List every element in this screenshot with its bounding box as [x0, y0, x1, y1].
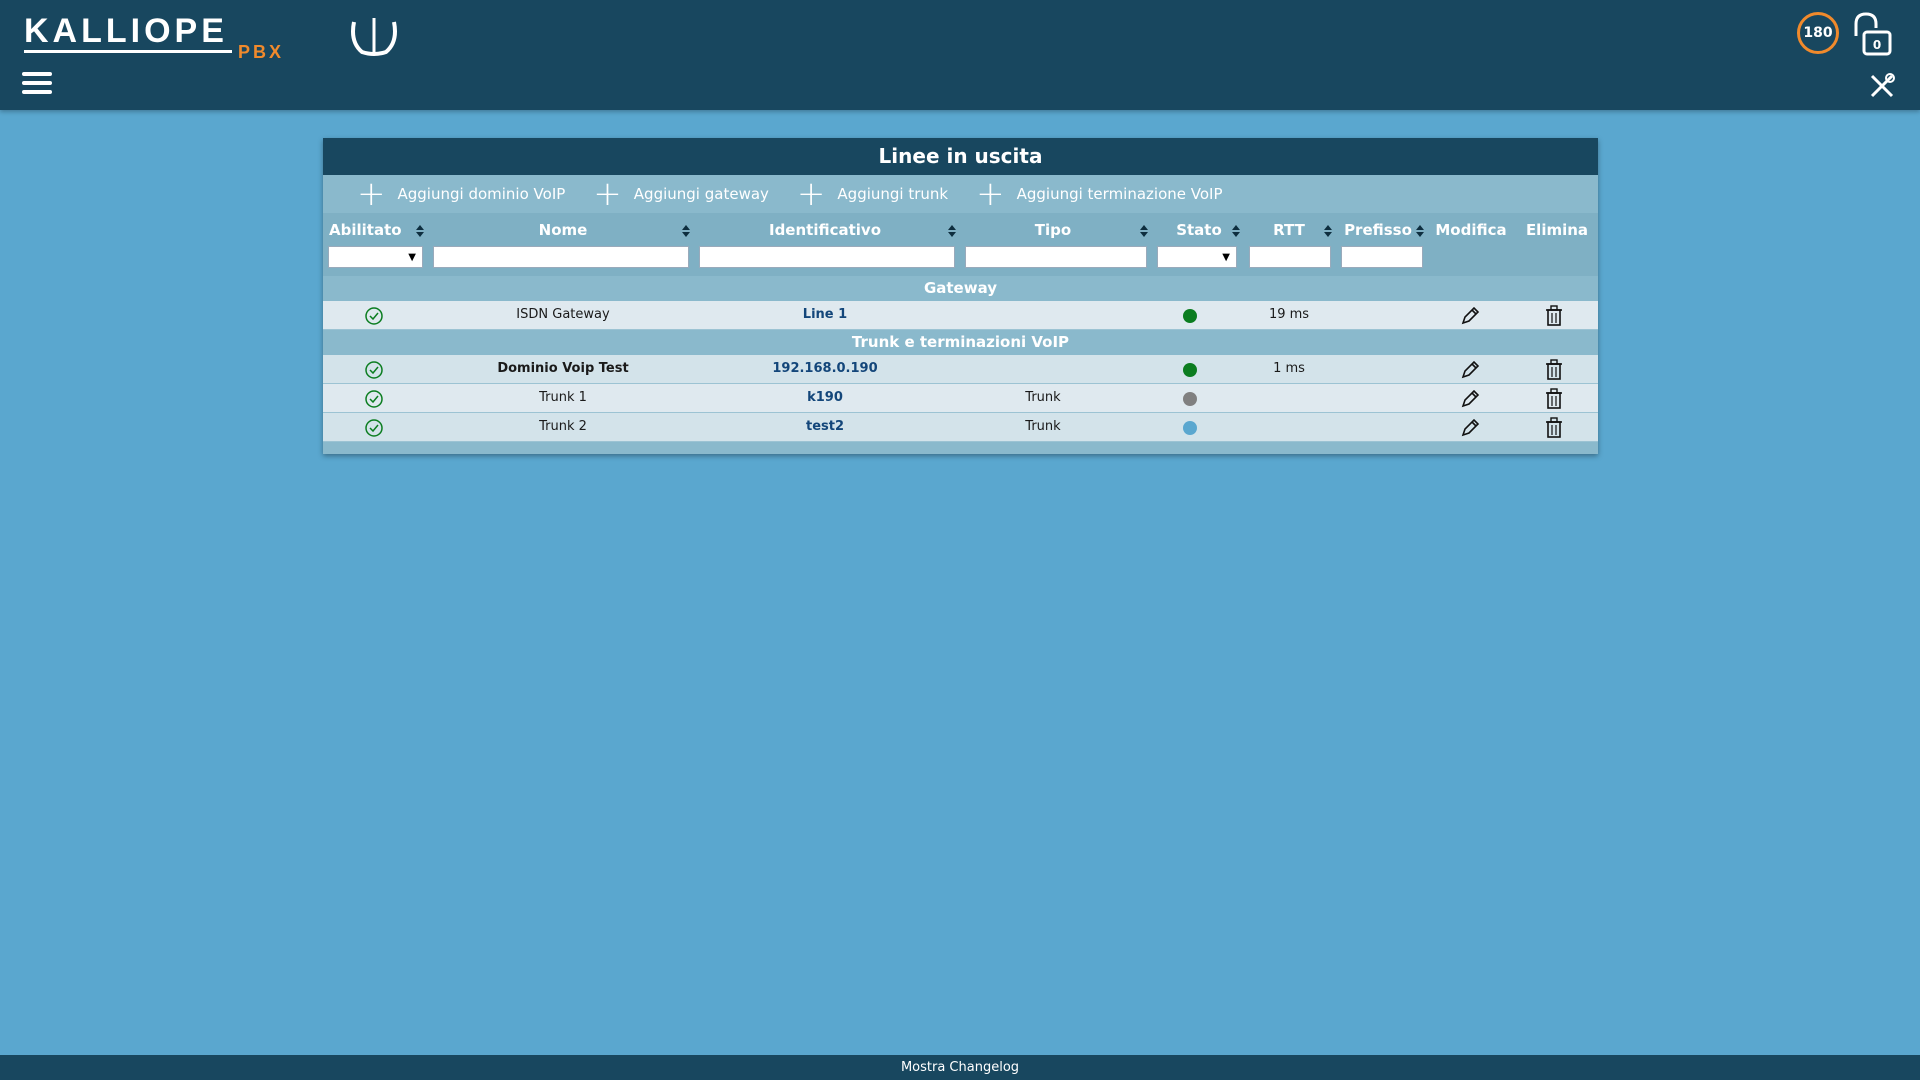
filter-nome-input[interactable] — [433, 246, 689, 268]
add-trunk-label: Aggiungi trunk — [837, 185, 949, 203]
edit-icon[interactable] — [1459, 388, 1481, 410]
column-header-identificativo[interactable]: Identificativo — [695, 221, 955, 239]
show-changelog-link[interactable]: Mostra Changelog — [0, 1055, 1920, 1080]
sort-icon[interactable] — [416, 225, 424, 239]
svg-text:KALLIOPE: KALLIOPE — [24, 12, 228, 50]
action-bar: + Aggiungi dominio VoIP + Aggiungi gatew… — [323, 175, 1598, 213]
column-header-abilitato[interactable]: Abilitato — [329, 221, 402, 239]
add-gateway-button[interactable]: + Aggiungi gateway — [593, 174, 769, 214]
plus-icon: + — [357, 174, 386, 214]
sort-icon[interactable] — [1324, 225, 1332, 239]
top-bar: KALLIOPE PBX 180 0 — [0, 0, 1920, 110]
trash-icon[interactable] — [1544, 388, 1564, 410]
enabled-check-icon — [365, 419, 383, 437]
panel-footer — [323, 442, 1598, 453]
row-nome: ISDN Gateway — [516, 307, 610, 322]
add-voip-termination-label: Aggiungi terminazione VoIP — [1016, 185, 1223, 203]
table-row[interactable]: Trunk 2 test2 Trunk — [323, 413, 1598, 442]
add-voip-termination-button[interactable]: + Aggiungi terminazione VoIP — [976, 174, 1223, 214]
unlock-icon[interactable]: 0 — [1850, 12, 1896, 56]
tools-icon[interactable] — [1868, 72, 1896, 100]
row-rtt: 19 ms — [1268, 307, 1310, 322]
sort-icon[interactable] — [1140, 225, 1148, 239]
sort-icon[interactable] — [1416, 225, 1424, 239]
enabled-check-icon — [365, 390, 383, 408]
column-header-modifica: Modifica — [1435, 221, 1507, 239]
trash-icon[interactable] — [1544, 359, 1564, 381]
outgoing-lines-panel: Linee in uscita + Aggiungi dominio VoIP … — [323, 138, 1598, 454]
trash-icon[interactable] — [1544, 305, 1564, 327]
sort-icon[interactable] — [1232, 225, 1240, 239]
svg-text:0: 0 — [1873, 38, 1881, 52]
session-timer: 180 — [1797, 12, 1839, 54]
column-header-elimina: Elimina — [1525, 221, 1589, 239]
enabled-check-icon — [365, 307, 383, 325]
column-header-tipo[interactable]: Tipo — [963, 221, 1143, 239]
row-identificativo-link[interactable]: k190 — [695, 384, 955, 412]
add-voip-domain-button[interactable]: + Aggiungi dominio VoIP — [357, 174, 566, 214]
row-nome: Dominio Voip Test — [497, 361, 629, 376]
row-nome: Trunk 1 — [539, 390, 587, 405]
add-voip-domain-label: Aggiungi dominio VoIP — [397, 185, 566, 203]
status-dot — [1183, 392, 1197, 406]
table-row[interactable]: Dominio Voip Test 192.168.0.190 1 ms — [323, 355, 1598, 384]
status-dot — [1183, 421, 1197, 435]
row-rtt: 1 ms — [1273, 361, 1305, 376]
column-header-stato[interactable]: Stato — [1159, 221, 1239, 239]
enabled-check-icon — [365, 361, 383, 379]
edit-icon[interactable] — [1459, 359, 1481, 381]
row-identificativo-link[interactable]: test2 — [695, 413, 955, 441]
row-identificativo-link[interactable]: Line 1 — [695, 301, 955, 329]
row-identificativo-link[interactable]: 192.168.0.190 — [695, 355, 955, 383]
row-nome: Trunk 2 — [539, 419, 587, 434]
column-header-rtt[interactable]: RTT — [1249, 221, 1329, 239]
sort-icon[interactable] — [682, 225, 690, 239]
edit-icon[interactable] — [1459, 305, 1481, 327]
filter-tipo-input[interactable] — [965, 246, 1147, 268]
trash-icon[interactable] — [1544, 417, 1564, 439]
group-header-trunk: Trunk e terminazioni VoIP — [323, 330, 1598, 355]
column-header-prefisso[interactable]: Prefisso — [1340, 221, 1416, 239]
filter-stato-select[interactable]: ▼ — [1157, 246, 1237, 268]
filter-rtt-input[interactable] — [1249, 246, 1331, 268]
table-row[interactable]: Trunk 1 k190 Trunk — [323, 384, 1598, 413]
plus-icon: + — [796, 174, 826, 214]
hamburger-menu-icon[interactable] — [22, 72, 52, 98]
column-header-nome[interactable]: Nome — [433, 221, 693, 239]
row-tipo: Trunk — [1025, 419, 1061, 434]
status-dot — [1183, 363, 1197, 377]
kalliope-pbx-logo[interactable]: KALLIOPE PBX — [24, 12, 404, 62]
sort-icon[interactable] — [948, 225, 956, 239]
plus-icon: + — [593, 174, 622, 214]
edit-icon[interactable] — [1459, 417, 1481, 439]
table-row[interactable]: ISDN Gateway Line 1 19 ms — [323, 301, 1598, 330]
add-gateway-label: Aggiungi gateway — [633, 185, 769, 203]
add-trunk-button[interactable]: + Aggiungi trunk — [796, 174, 949, 214]
filter-prefisso-input[interactable] — [1341, 246, 1423, 268]
panel-title: Linee in uscita — [323, 138, 1598, 175]
svg-text:PBX: PBX — [238, 42, 284, 62]
table-header: Abilitato Nome Identificativo Tipo Stato… — [323, 213, 1598, 276]
plus-icon: + — [976, 174, 1005, 214]
group-header-gateway: Gateway — [323, 276, 1598, 301]
filter-identificativo-input[interactable] — [699, 246, 955, 268]
row-tipo: Trunk — [1025, 390, 1061, 405]
status-dot — [1183, 309, 1197, 323]
filter-abilitato-select[interactable]: ▼ — [328, 246, 423, 268]
